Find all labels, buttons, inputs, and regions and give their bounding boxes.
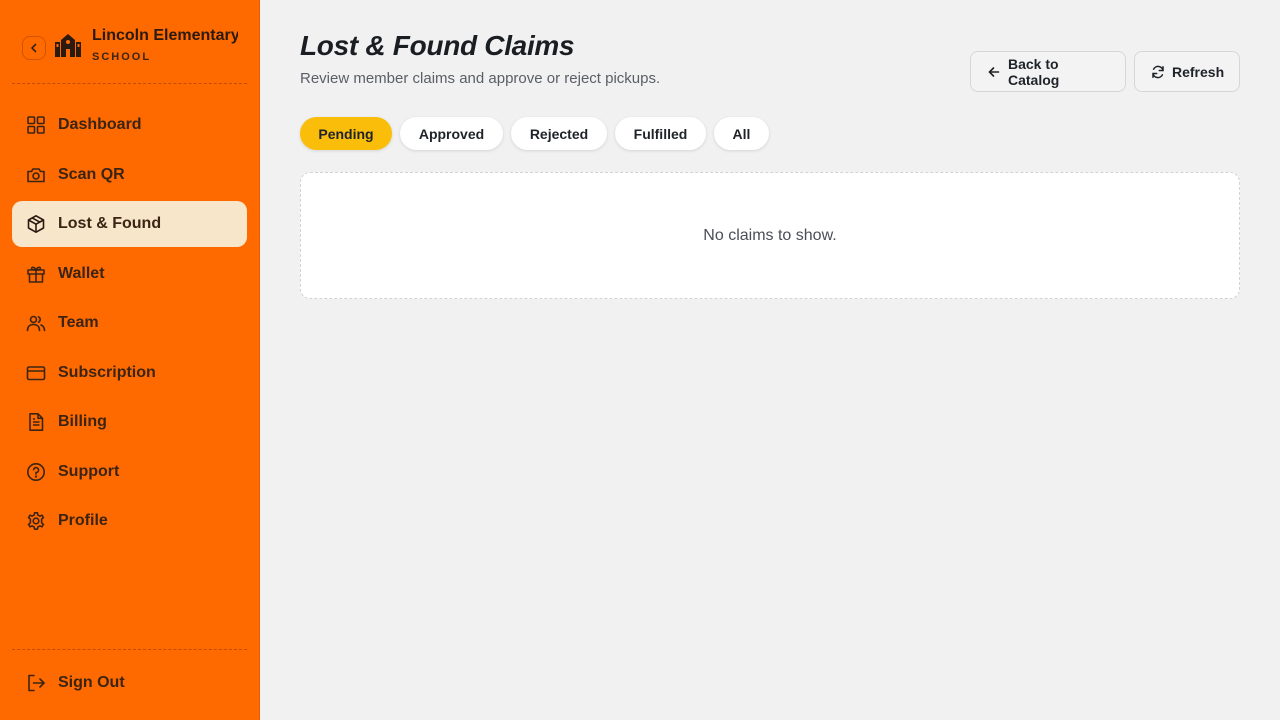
sidebar-item-team[interactable]: Team [12, 300, 247, 346]
refresh-label: Refresh [1172, 63, 1225, 80]
sidebar-item-lost-found[interactable]: Lost & Found [12, 201, 247, 247]
sign-out-button[interactable]: Sign Out [12, 660, 247, 706]
sidebar-item-label: Subscription [58, 363, 156, 381]
gear-icon [26, 511, 46, 531]
sidebar-item-subscription[interactable]: Subscription [12, 350, 247, 396]
back-to-catalog-button[interactable]: Back to Catalog [970, 51, 1126, 92]
arrow-left-icon [987, 65, 1001, 79]
grid-icon [26, 115, 46, 135]
main-content: Lost & Found Claims Review member claims… [300, 0, 1240, 720]
collapse-sidebar-button[interactable] [22, 36, 46, 60]
sidebar-footer: Sign Out [12, 649, 247, 710]
sidebar-item-label: Billing [58, 413, 107, 430]
sidebar: Lincoln Elementary SCHOOL Dashboard Scan… [0, 0, 260, 720]
empty-state-message: No claims to show. [703, 226, 837, 244]
log-out-icon [26, 673, 46, 693]
sidebar-nav: Dashboard Scan QR Lost & Found Wallet Te… [12, 102, 247, 548]
sidebar-item-label: Dashboard [58, 116, 142, 133]
school-icon [54, 32, 82, 58]
tab-fulfilled[interactable]: Fulfilled [615, 117, 706, 150]
sidebar-item-label: Profile [58, 512, 108, 529]
file-text-icon [26, 412, 46, 432]
sidebar-item-label: Support [58, 462, 120, 480]
sidebar-item-billing[interactable]: Billing [12, 399, 247, 445]
tab-approved[interactable]: Approved [400, 117, 503, 150]
sidebar-item-label: Wallet [58, 264, 105, 282]
tab-all[interactable]: All [714, 117, 769, 150]
back-to-catalog-label: Back to Catalog [1008, 55, 1060, 88]
help-circle-icon [26, 462, 46, 482]
chevron-left-icon [29, 43, 39, 53]
tab-pending[interactable]: Pending [300, 117, 392, 150]
sidebar-item-profile[interactable]: Profile [12, 498, 247, 544]
refresh-icon [1151, 65, 1165, 79]
credit-card-icon [26, 363, 46, 383]
gift-icon [26, 264, 46, 284]
sidebar-item-scan-qr[interactable]: Scan QR [12, 152, 247, 198]
sign-out-label: Sign Out [58, 674, 125, 691]
users-icon [26, 313, 46, 333]
claim-status-tabs: Pending Approved Rejected Fulfilled All [300, 117, 777, 150]
sidebar-item-dashboard[interactable]: Dashboard [12, 102, 247, 148]
sidebar-item-support[interactable]: Support [12, 449, 247, 495]
school-type: SCHOOL [92, 51, 152, 63]
sidebar-item-wallet[interactable]: Wallet [12, 251, 247, 297]
sidebar-item-label: Lost & Found [58, 215, 162, 232]
school-name: Lincoln Elementary [92, 27, 238, 44]
sidebar-item-label: Scan QR [58, 165, 125, 183]
camera-icon [26, 165, 46, 185]
page-title: Lost & Found Claims [300, 30, 575, 61]
package-icon [26, 214, 46, 234]
refresh-button[interactable]: Refresh [1134, 51, 1240, 92]
tab-rejected[interactable]: Rejected [511, 117, 607, 150]
claims-empty-state: No claims to show. [300, 172, 1240, 299]
page-subtitle: Review member claims and approve or reje… [300, 70, 661, 87]
sidebar-item-label: Team [58, 314, 99, 331]
brand-header: Lincoln Elementary SCHOOL [12, 22, 247, 84]
